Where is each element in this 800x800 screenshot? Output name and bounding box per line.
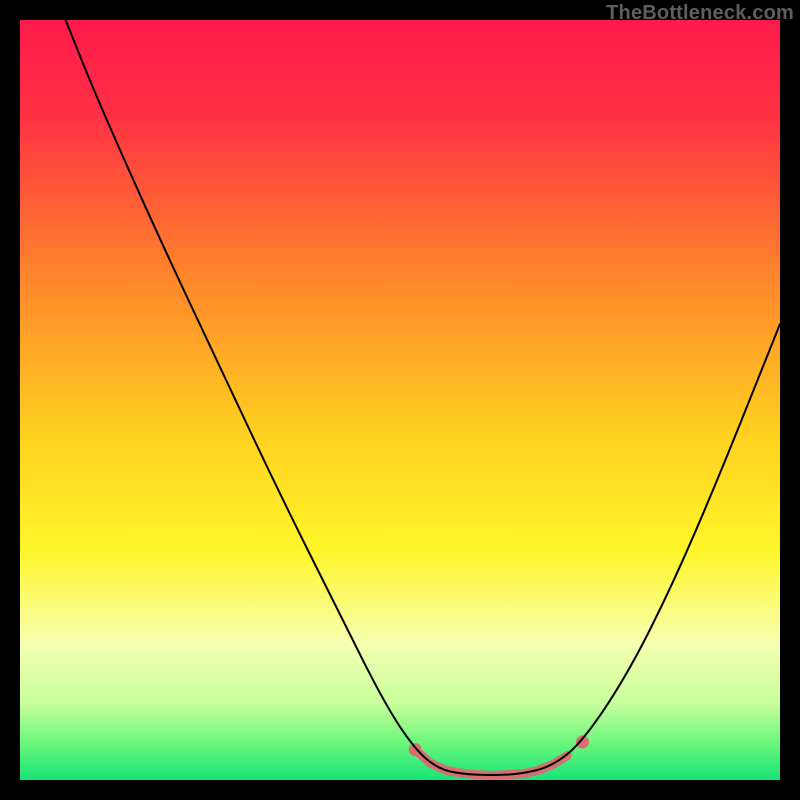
watermark-text: TheBottleneck.com — [606, 2, 794, 25]
chart-frame — [20, 20, 780, 780]
gradient-background — [20, 20, 780, 780]
highlight-start-dot — [409, 743, 422, 756]
bottleneck-chart — [20, 20, 780, 780]
